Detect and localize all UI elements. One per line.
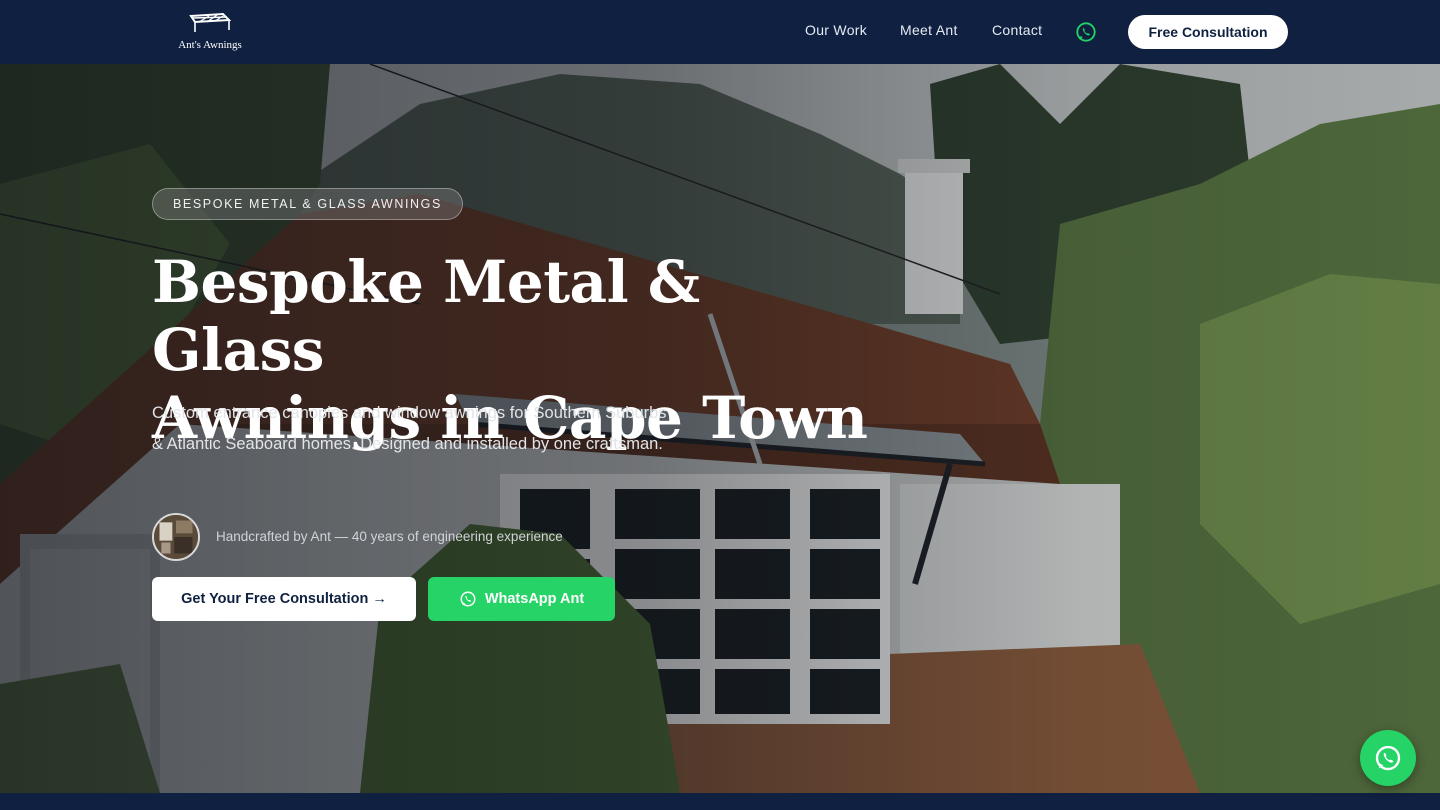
nav-link-meet-ant[interactable]: Meet Ant — [900, 22, 958, 38]
brand-logo[interactable]: Ant's Awnings — [170, 10, 250, 58]
free-consultation-button[interactable]: Free Consultation — [1128, 15, 1288, 49]
whatsapp-icon[interactable] — [1075, 21, 1097, 43]
whatsapp-icon — [460, 591, 476, 607]
nav-link-contact[interactable]: Contact — [992, 22, 1042, 38]
hero-section: BESPOKE METAL & GLASS AWNINGS Bespoke Me… — [0, 64, 1440, 793]
floating-whatsapp-button[interactable] — [1360, 730, 1416, 786]
get-free-consultation-button[interactable]: Get Your Free Consultation → — [152, 577, 416, 621]
hero-headline-line-1: Bespoke Metal & Glass — [152, 248, 700, 384]
whatsapp-icon — [1375, 745, 1401, 771]
nav-link-our-work[interactable]: Our Work — [805, 22, 867, 38]
craftsman-note: Handcrafted by Ant — 40 years of enginee… — [216, 529, 563, 544]
whatsapp-ant-label: WhatsApp Ant — [484, 591, 585, 607]
hero-subtitle: Custom entrance canopies and window awni… — [152, 404, 667, 453]
awning-logo-icon — [189, 12, 232, 32]
whatsapp-ant-button[interactable]: WhatsApp Ant — [428, 577, 615, 621]
top-navigation: Ant's Awnings Our Work Meet Ant Contact … — [0, 0, 1440, 64]
avatar — [152, 513, 200, 561]
brand-name: Ant's Awnings — [178, 39, 242, 51]
hero-badge: BESPOKE METAL & GLASS AWNINGS — [152, 188, 463, 220]
next-section-edge — [0, 793, 1440, 810]
